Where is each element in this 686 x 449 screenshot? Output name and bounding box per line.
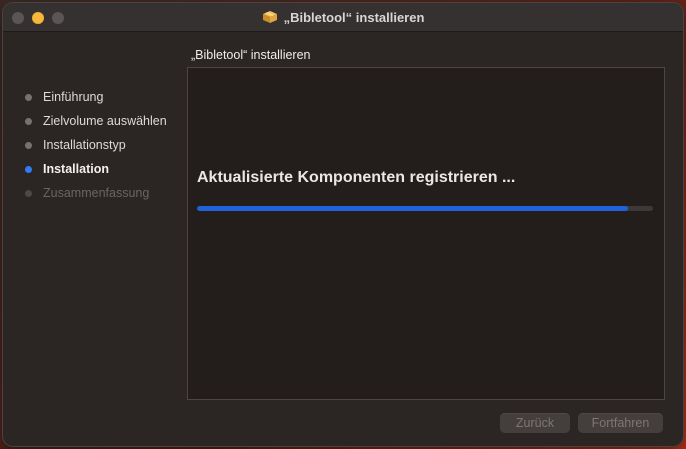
status-text: Aktualisierte Komponenten registrieren .… [197,169,516,186]
page-title: „Bibletool“ installieren [191,48,311,62]
step-installationstyp: Installationstyp [25,137,180,153]
package-icon [262,10,278,24]
step-label: Installation [43,162,109,176]
installer-steps: Einführung Zielvolume auswählen Installa… [25,89,180,209]
step-bullet [25,94,32,101]
title-bar[interactable]: „Bibletool“ installieren [3,3,683,32]
step-bullet-active [25,166,32,173]
step-zielvolume: Zielvolume auswählen [25,113,180,129]
step-label: Installationstyp [43,138,126,152]
progress-bar [197,206,653,211]
step-bullet [25,118,32,125]
back-button[interactable]: Zurück [500,413,570,433]
step-bullet [25,142,32,149]
step-installation: Installation [25,161,180,177]
content-panel: Aktualisierte Komponenten registrieren .… [187,67,665,400]
window-title: „Bibletool“ installieren [283,9,425,25]
step-label: Zielvolume auswählen [43,114,167,128]
installer-window: „Bibletool“ installieren Einführung Ziel… [3,3,683,446]
window-title-group: „Bibletool“ installieren [3,3,683,31]
progress-fill [197,206,628,211]
continue-button[interactable]: Fortfahren [578,413,663,433]
step-bullet [25,190,32,197]
step-einfuehrung: Einführung [25,89,180,105]
step-label: Einführung [43,90,104,104]
step-zusammenfassung: Zusammenfassung [25,185,180,201]
step-label: Zusammenfassung [43,186,150,200]
